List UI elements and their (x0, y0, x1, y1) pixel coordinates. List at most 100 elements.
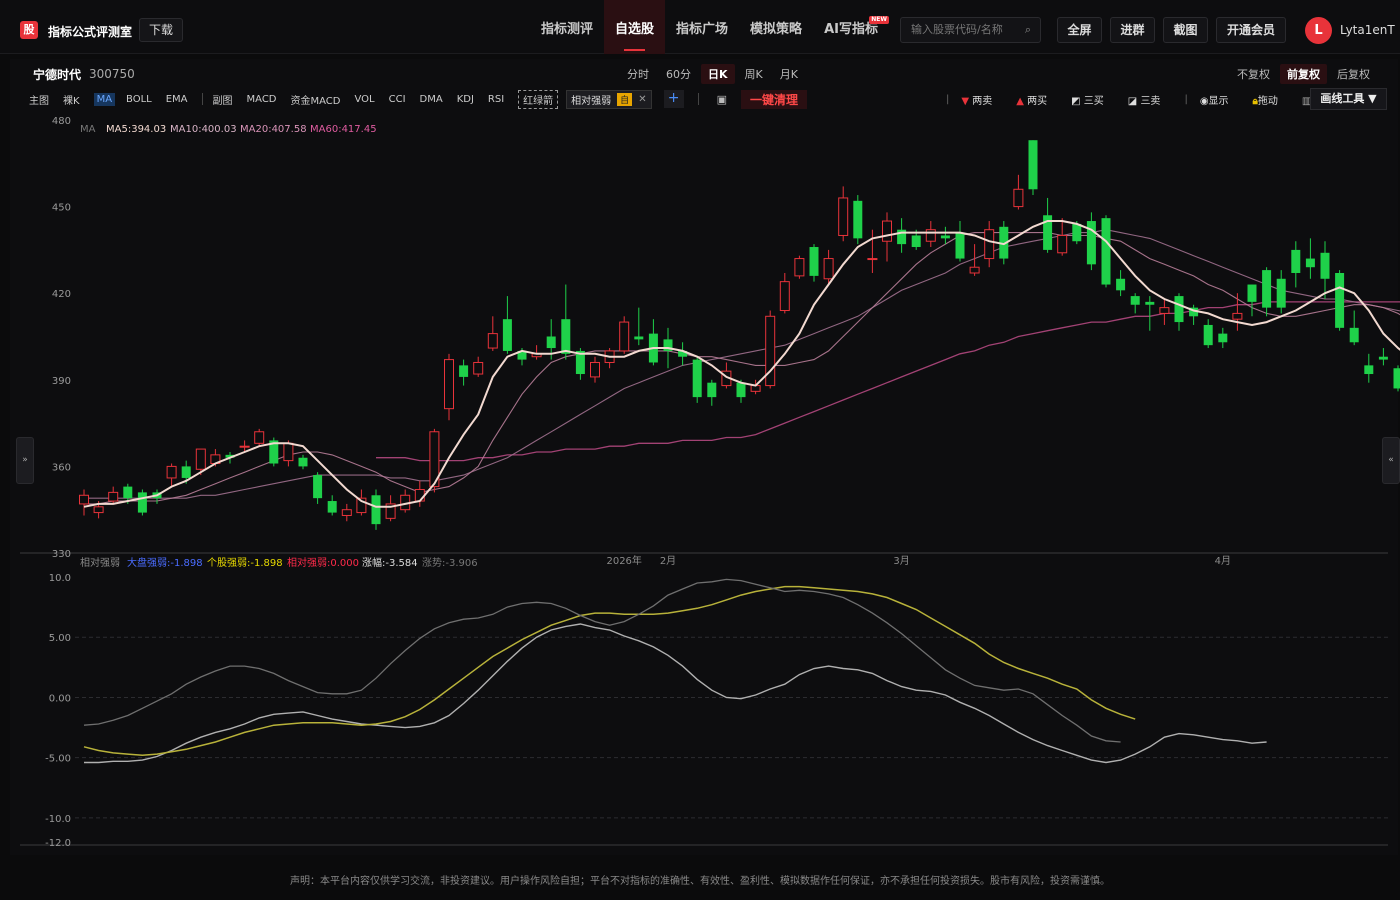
candle-down (313, 475, 323, 499)
y-tick-label: 360 (52, 462, 71, 473)
candle-down (1378, 356, 1388, 360)
candle-down (1028, 140, 1038, 190)
candle-down (1320, 252, 1330, 279)
candle-down (940, 235, 950, 239)
sub-y-tick-label: 0.00 (49, 693, 71, 704)
time-label: 4月 (1215, 555, 1231, 567)
candle-down (1276, 278, 1286, 308)
sub-series-line (83, 578, 1121, 743)
candle-down (371, 495, 381, 525)
candle-down (181, 466, 191, 478)
candle-up (254, 431, 265, 444)
candle-down (1218, 333, 1228, 343)
candle-down (327, 501, 337, 513)
candle-down (707, 382, 717, 398)
candle-down (1116, 278, 1126, 291)
candle-up (925, 229, 936, 242)
sub-series-line (83, 585, 1136, 757)
candle-up (473, 361, 484, 375)
disclaimer: 声明：本平台内容仅供学习交流，非投资建议。用户操作风险自担；平台不对指标的准确性… (290, 876, 1110, 887)
candle-down (502, 319, 512, 351)
candle-down (1145, 301, 1155, 305)
candle-up (93, 506, 104, 514)
candle-up (823, 258, 834, 280)
candle-down (736, 382, 746, 398)
time-label: 2026年 (606, 554, 641, 567)
candle-up (969, 266, 980, 274)
candle-down (1262, 270, 1272, 308)
candle-down (911, 235, 921, 248)
ma60-legend: MA60:417.45 (310, 124, 377, 135)
candle-up (1057, 234, 1068, 254)
candle-down (459, 365, 469, 377)
candle-down (546, 336, 556, 349)
y-tick-label: 390 (52, 376, 71, 387)
ma60-line (376, 301, 1400, 462)
candle-down (1291, 249, 1301, 273)
ma10-line (84, 232, 1400, 505)
candle-up (882, 220, 892, 242)
sub-series-line (84, 623, 1267, 764)
candle-up (779, 281, 790, 312)
candle-down (1364, 365, 1374, 375)
time-label: 3月 (893, 555, 909, 567)
sub-y-tick-label: -5.00 (45, 754, 71, 765)
candle-up (487, 333, 498, 349)
ma5-legend: MA5:394.03 (106, 124, 166, 135)
candle-down (1393, 368, 1400, 389)
ma5-line (83, 220, 1400, 508)
candle-down (634, 336, 644, 340)
candle-down (1101, 218, 1111, 285)
candle-up (195, 448, 206, 470)
candle-up (1013, 188, 1024, 208)
candle-up (79, 494, 89, 505)
candle-down (1305, 258, 1315, 268)
candle-up (794, 258, 805, 277)
stock-strength-legend: 个股强弱:-1.898 (207, 557, 283, 569)
kline-chart[interactable]: 480 450 420 390 360 330 MA MA5:394.03 MA10:400.0… (0, 0, 1400, 860)
sub-y-tick-label: -12.0 (45, 838, 71, 849)
candle-down (123, 486, 133, 499)
ma-legend-label: MA (80, 124, 96, 135)
sub-y-tick-label: 10.0 (49, 573, 71, 584)
candle-up (619, 321, 630, 352)
candle-down (1130, 296, 1140, 305)
time-label: 2月 (660, 555, 676, 567)
candle-down (1247, 284, 1257, 302)
relative-strength-legend: 相对强弱:0.000 (287, 556, 359, 569)
candle-up (984, 229, 995, 260)
candle-up (838, 197, 849, 236)
candle-up (1232, 312, 1243, 320)
candle-up (444, 359, 454, 410)
trend-legend: 涨势:-3.906 (422, 556, 478, 569)
candle-down (1203, 324, 1213, 346)
y-tick-label: 480 (52, 116, 71, 127)
sub-y-tick-label: 5.00 (49, 633, 71, 644)
candle-up (283, 442, 294, 462)
candle-up (239, 445, 250, 448)
sub-y-tick-label: -10.0 (45, 814, 71, 825)
market-strength-legend: 大盘强弱:-1.898 (127, 556, 203, 569)
candle-down (1335, 272, 1345, 328)
candle-down (1072, 223, 1082, 242)
change-legend: 涨幅:-3.584 (362, 556, 418, 569)
candle-down (298, 457, 308, 467)
y-tick-label: 450 (52, 203, 71, 214)
candle-up (590, 361, 600, 378)
candle-down (955, 232, 965, 259)
candle-up (341, 509, 352, 516)
ma20-legend: MA20:407.58 (240, 124, 307, 135)
candle-up (1159, 307, 1170, 314)
candle-down (1174, 296, 1184, 323)
candle-up (867, 258, 878, 261)
candle-up (414, 488, 425, 502)
sub-legend-label: 相对强弱 (80, 556, 120, 569)
candle-down (137, 492, 147, 513)
candle-down (1349, 327, 1359, 343)
candle-down (853, 200, 863, 239)
y-tick-label: 330 (52, 549, 71, 560)
candle-up (166, 465, 177, 479)
candle-up (108, 491, 119, 502)
y-tick-label: 420 (52, 289, 71, 300)
candle-down (809, 247, 819, 276)
